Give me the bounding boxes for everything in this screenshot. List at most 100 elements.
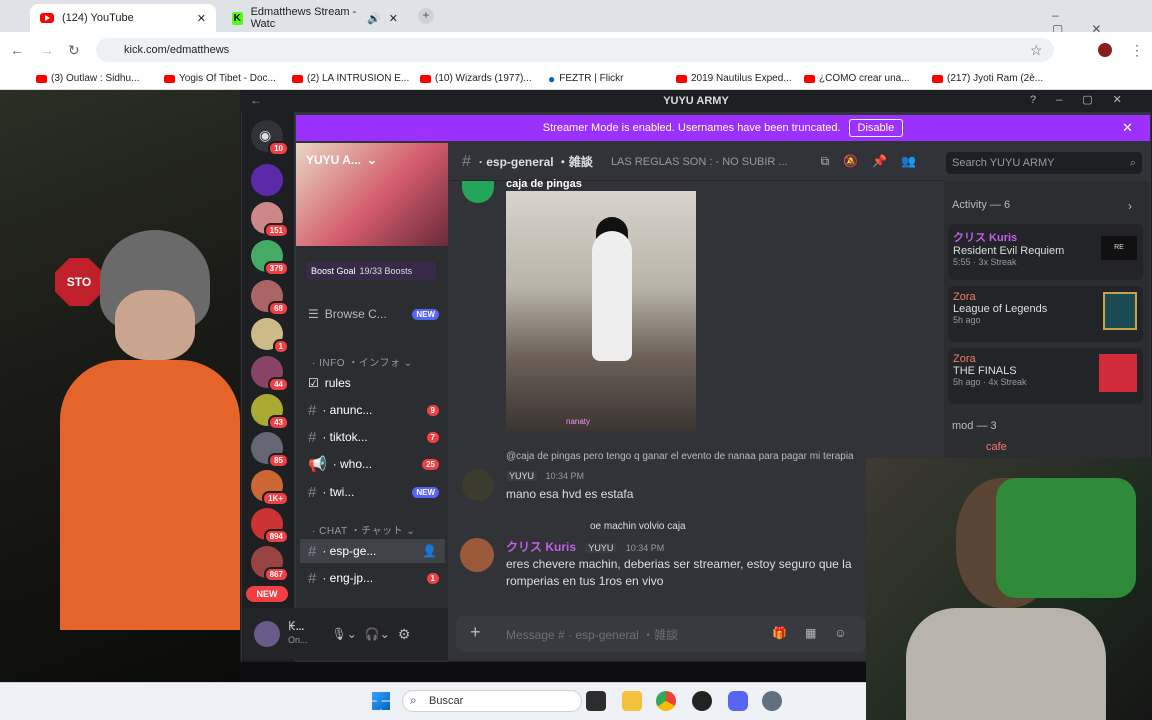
headphones-icon[interactable]: 🎧⌄ bbox=[365, 627, 390, 641]
taskbar-search[interactable]: Buscar bbox=[402, 690, 582, 712]
category-chat[interactable]: · CHAT ・チャット ⌄ bbox=[312, 522, 415, 537]
message-author[interactable]: クリス Kuris bbox=[506, 540, 576, 554]
message-author[interactable]: caja de pingas bbox=[506, 178, 582, 190]
app-icon[interactable] bbox=[692, 691, 712, 711]
url-field[interactable]: kick.com/edmatthews bbox=[96, 38, 1054, 62]
channel-tiktok[interactable]: # · tiktok... 7 bbox=[300, 425, 445, 449]
discord-home-icon[interactable]: ◉ 10 bbox=[251, 120, 289, 156]
kick-icon: K bbox=[232, 11, 243, 25]
hash-icon: # bbox=[462, 152, 471, 170]
activity-card[interactable]: Zora THE FINALS 5h ago · 4x Streak bbox=[948, 348, 1143, 404]
server-icon[interactable]: 1K+ bbox=[251, 470, 289, 506]
browse-channels[interactable]: ☰ Browse C... NEW bbox=[300, 302, 445, 326]
back-icon[interactable]: ← bbox=[10, 42, 24, 58]
server-icon[interactable]: 68 bbox=[251, 280, 289, 316]
add-attachment-icon[interactable]: + bbox=[470, 622, 481, 643]
new-unreads-badge[interactable]: NEW bbox=[246, 586, 288, 602]
search-placeholder: Search YUYU ARMY bbox=[952, 157, 1055, 169]
server-name[interactable]: YUYU A... ⌄ bbox=[306, 153, 377, 167]
server-icon[interactable]: 151 bbox=[251, 202, 289, 238]
bookmark[interactable]: ● FEZTR | Flickr bbox=[548, 72, 672, 86]
close-icon[interactable]: ✕ bbox=[389, 12, 398, 25]
hash-icon: # bbox=[308, 401, 317, 419]
add-member-icon[interactable]: 👤 bbox=[422, 544, 437, 558]
server-icon[interactable]: 1 bbox=[251, 318, 289, 354]
channel-topic[interactable]: LAS REGLAS SON : - NO SUBIR ... bbox=[611, 156, 788, 168]
reply-preview[interactable]: oe machin volvio caja bbox=[590, 521, 686, 532]
bookmark[interactable]: Yogis Of Tibet - Doc... bbox=[164, 73, 288, 84]
audio-icon[interactable]: 🔊 bbox=[367, 12, 381, 25]
server-icon[interactable]: 85 bbox=[251, 432, 289, 468]
channel-twitter[interactable]: # · twi... NEW bbox=[300, 480, 445, 504]
new-tab-button[interactable]: + bbox=[418, 8, 434, 24]
channel-label: · twi... bbox=[322, 485, 355, 499]
header-toolbar-icons[interactable]: ⧉🔕📌👥 bbox=[821, 154, 930, 169]
message-text: eres chevere machin, deberias ser stream… bbox=[506, 557, 852, 588]
checkbox-icon: ☑ bbox=[308, 376, 319, 390]
tab-label: (124) YouTube bbox=[62, 12, 134, 24]
hash-icon: # bbox=[308, 428, 317, 446]
disable-button[interactable]: Disable bbox=[848, 119, 904, 137]
image-watermark: nanaty bbox=[566, 417, 591, 426]
bookmark[interactable]: (10) Wizards (1977)... bbox=[420, 73, 544, 84]
settings-icon[interactable] bbox=[762, 691, 782, 711]
boost-label: Boost Goal bbox=[311, 266, 356, 276]
back-icon[interactable]: ← bbox=[250, 93, 262, 107]
game-logo bbox=[1103, 292, 1137, 330]
member-name[interactable]: cafe bbox=[986, 441, 1007, 453]
new-badge: NEW bbox=[412, 486, 439, 498]
message-meta: YUYU 10:34 PM bbox=[506, 471, 584, 481]
chevron-right-icon[interactable]: › bbox=[1128, 199, 1132, 213]
megaphone-icon: 📢 bbox=[308, 456, 327, 473]
server-icon[interactable]: 867 bbox=[251, 546, 289, 582]
channel-label: · who... bbox=[332, 457, 373, 471]
activity-card[interactable]: Zora League of Legends 5h ago bbox=[948, 286, 1143, 342]
server-icon[interactable] bbox=[251, 164, 283, 196]
browse-label: Browse C... bbox=[324, 307, 387, 321]
avatar[interactable] bbox=[1098, 43, 1112, 57]
composer-tools-icons[interactable]: 🎁▦☺ bbox=[772, 626, 865, 640]
message-image[interactable]: nanaty bbox=[506, 191, 696, 431]
avatar[interactable] bbox=[460, 538, 494, 572]
mention-badge: 1 bbox=[426, 572, 439, 584]
server-icon[interactable]: 44 bbox=[251, 356, 289, 392]
reload-icon[interactable]: ↻ bbox=[68, 42, 80, 59]
tab-kick[interactable]: K Edmatthews Stream - Watc 🔊 ✕ bbox=[222, 4, 408, 32]
discord-icon[interactable] bbox=[728, 691, 748, 711]
close-icon[interactable]: ✕ bbox=[197, 12, 206, 25]
search-input[interactable]: Search YUYU ARMY ⌕ bbox=[946, 152, 1142, 174]
server-icon[interactable]: 894 bbox=[251, 508, 289, 544]
bookmark[interactable]: (3) Outlaw : Sidhu... bbox=[36, 73, 160, 84]
star-icon[interactable]: ☆ bbox=[1030, 42, 1043, 59]
avatar[interactable] bbox=[254, 621, 280, 647]
bookmark[interactable]: ¿CÓMO crear una... bbox=[804, 73, 928, 84]
task-view-icon[interactable] bbox=[586, 691, 606, 711]
category-info[interactable]: · INFO ・インフォ ⌄ bbox=[312, 354, 413, 369]
reply-preview[interactable]: @caja de pingas pero tengo q ganar el ev… bbox=[506, 451, 886, 462]
activity-card[interactable]: クリス Kuris Resident Evil Requiem 5:55 · 3… bbox=[948, 224, 1143, 280]
chrome-icon[interactable] bbox=[656, 691, 676, 711]
channel-esp-general[interactable]: # · esp-ge... 👤 bbox=[300, 539, 445, 563]
user-panel: ꀘ... On... 🎙⌄ 🎧⌄ ⚙ bbox=[244, 608, 448, 660]
server-icon[interactable]: 379 bbox=[251, 240, 289, 276]
menu-icon[interactable]: ⋮ bbox=[1130, 42, 1144, 59]
message-meta: クリス Kuris YUYU 10:34 PM bbox=[506, 540, 665, 554]
tab-youtube[interactable]: (124) YouTube ✕ bbox=[30, 4, 216, 32]
close-banner-icon[interactable]: ✕ bbox=[1122, 120, 1133, 136]
avatar[interactable] bbox=[462, 469, 494, 501]
server-icon[interactable]: 43 bbox=[251, 394, 289, 430]
channel-anuncios[interactable]: # · anunc... 9 bbox=[300, 398, 445, 422]
boost-goal[interactable]: Boost Goal 19/33 Boosts bbox=[306, 262, 436, 280]
discord-window-controls[interactable]: ?–▢✕ bbox=[1030, 93, 1142, 106]
forward-icon[interactable]: → bbox=[40, 42, 54, 58]
channel-rules[interactable]: ☑ rules bbox=[300, 371, 445, 395]
bookmark[interactable]: 2019 Nautilus Exped... bbox=[676, 73, 800, 84]
bookmark[interactable]: (2) LA INTRUSIÓN E... bbox=[292, 73, 416, 84]
settings-icon[interactable]: ⚙ bbox=[398, 626, 411, 643]
hash-icon: # bbox=[308, 542, 317, 560]
channel-who[interactable]: 📢 · who... 25 bbox=[300, 452, 445, 476]
file-explorer-icon[interactable] bbox=[622, 691, 642, 711]
microphone-icon[interactable]: 🎙⌄ bbox=[332, 627, 357, 641]
channel-eng-jp[interactable]: # · eng-jp... 1 bbox=[300, 566, 445, 590]
bookmark[interactable]: (217) Jyoti Ram (2è... bbox=[932, 73, 1056, 84]
